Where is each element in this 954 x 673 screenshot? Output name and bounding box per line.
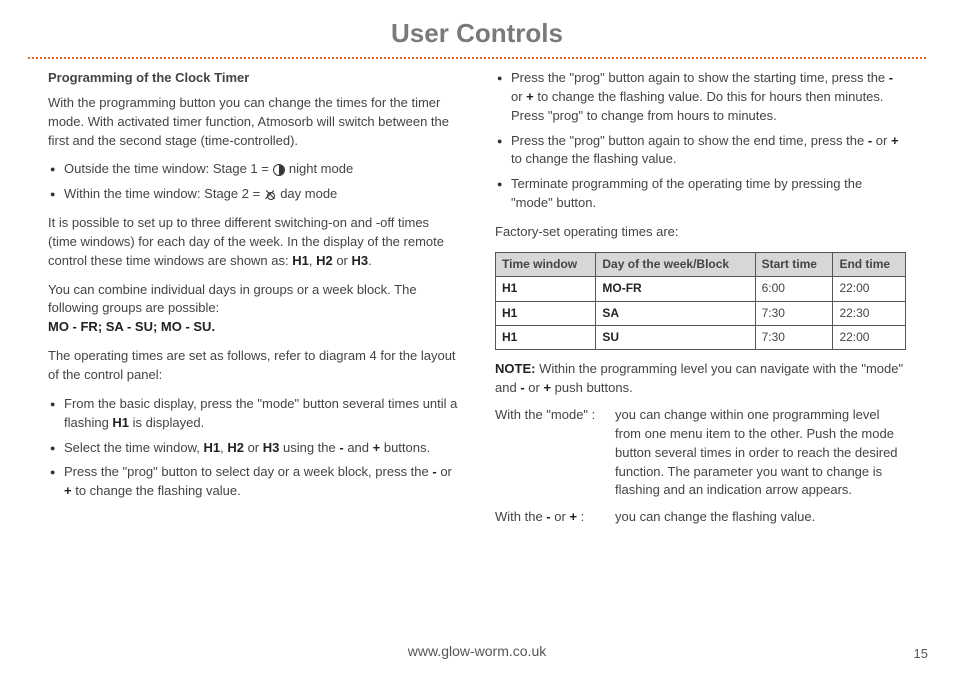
- operating-times-intro: The operating times are set as follows, …: [48, 347, 459, 385]
- stage2-mode: day mode: [280, 185, 337, 204]
- table-row: H1 SA 7:30 22:30: [496, 301, 906, 325]
- th-end-time: End time: [833, 252, 906, 276]
- mode-body: you can change within one programming le…: [615, 406, 906, 500]
- mode-term: With the "mode" :: [495, 406, 615, 500]
- stage-1-row: Outside the time window: Stage 1 = night…: [48, 160, 459, 179]
- page-number: 15: [914, 646, 928, 661]
- table-row: H1 MO-FR 6:00 22:00: [496, 277, 906, 301]
- plusminus-body: you can change the flashing value.: [615, 508, 906, 527]
- list-item: Press the "prog" button again to show th…: [495, 132, 906, 170]
- plusminus-definition: With the - or + : you can change the fla…: [495, 508, 906, 527]
- note-block: NOTE: Within the programming level you c…: [495, 360, 906, 398]
- section-heading: Programming of the Clock Timer: [48, 69, 459, 88]
- th-day-block: Day of the week/Block: [596, 252, 755, 276]
- left-steps: From the basic display, press the "mode"…: [48, 395, 459, 501]
- groups-text: You can combine individual days in group…: [48, 281, 459, 338]
- plusminus-term: With the - or + :: [495, 508, 615, 527]
- footer-url: www.glow-worm.co.uk: [0, 643, 954, 659]
- stage-list: Outside the time window: Stage 1 = night…: [48, 160, 459, 204]
- list-item: Press the "prog" button to select day or…: [48, 463, 459, 501]
- right-column: Press the "prog" button again to show th…: [495, 69, 906, 535]
- list-item: Select the time window, H1, H2 or H3 usi…: [48, 439, 459, 458]
- moon-icon: [273, 164, 285, 176]
- divider: [28, 57, 926, 59]
- sun-icon: [264, 189, 276, 201]
- operating-times-table: Time window Day of the week/Block Start …: [495, 252, 906, 351]
- intro-text: With the programming button you can chan…: [48, 94, 459, 151]
- time-windows-text: It is possible to set up to three differ…: [48, 214, 459, 271]
- left-column: Programming of the Clock Timer With the …: [48, 69, 459, 535]
- stage-2-row: Within the time window: Stage 2 = day mo…: [48, 185, 459, 204]
- list-item: Terminate programming of the operating t…: [495, 175, 906, 213]
- stage1-mode: night mode: [289, 160, 353, 179]
- stage2-label: Within the time window: Stage 2 =: [64, 185, 260, 204]
- page-title: User Controls: [0, 0, 954, 57]
- right-steps: Press the "prog" button again to show th…: [495, 69, 906, 213]
- table-row: H1 SU 7:30 22:00: [496, 325, 906, 349]
- list-item: Press the "prog" button again to show th…: [495, 69, 906, 126]
- mode-definition: With the "mode" : you can change within …: [495, 406, 906, 500]
- content-columns: Programming of the Clock Timer With the …: [0, 69, 954, 535]
- factory-line: Factory-set operating times are:: [495, 223, 906, 242]
- th-time-window: Time window: [496, 252, 596, 276]
- stage1-label: Outside the time window: Stage 1 =: [64, 160, 269, 179]
- list-item: From the basic display, press the "mode"…: [48, 395, 459, 433]
- th-start-time: Start time: [755, 252, 833, 276]
